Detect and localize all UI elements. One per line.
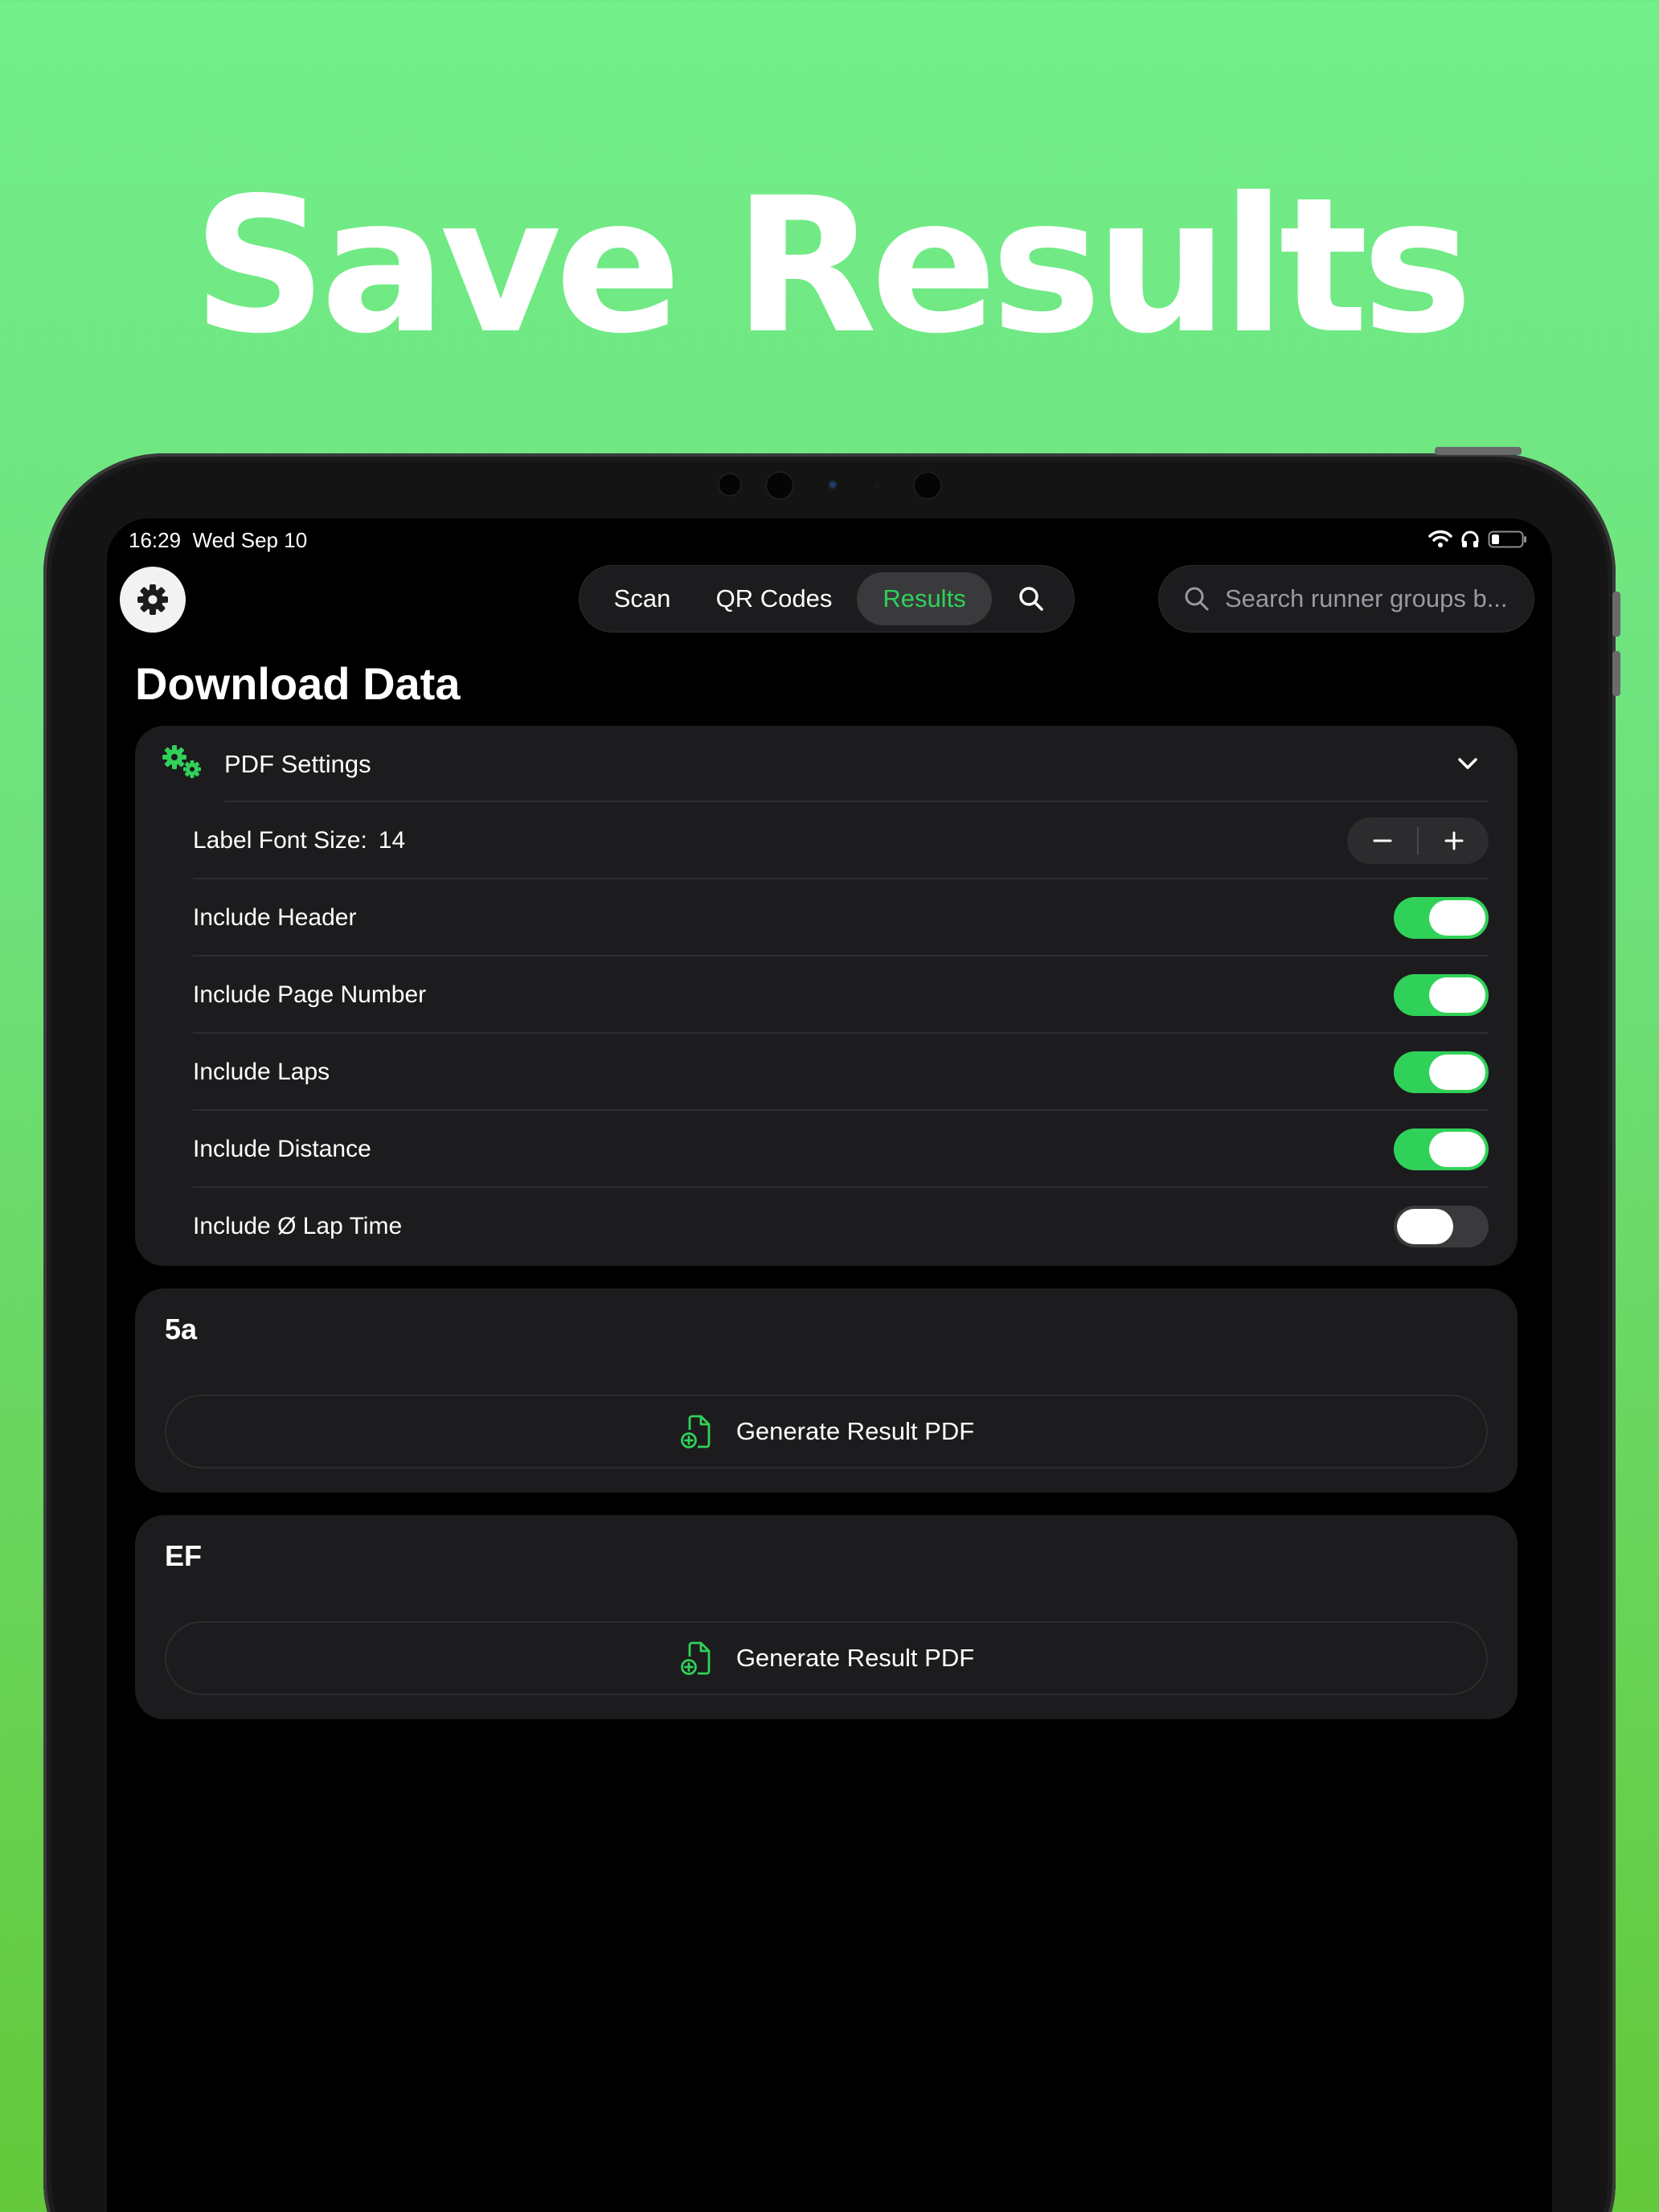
font-size-value: 14 [378, 827, 406, 854]
plus-icon [1444, 831, 1463, 850]
search-icon [1019, 587, 1043, 611]
status-date: Wed Sep 10 [192, 528, 308, 552]
group-title: 5a [165, 1313, 198, 1346]
camera-lens [765, 471, 794, 500]
battery-icon [1488, 530, 1526, 548]
toggle-knob [1429, 1132, 1485, 1167]
gear-icon [137, 584, 168, 615]
generate-pdf-button[interactable]: Generate Result PDF [165, 1621, 1488, 1695]
toggle-knob [1429, 977, 1485, 1013]
option-label: Include Header [193, 904, 357, 931]
decrement-button[interactable] [1347, 817, 1417, 864]
status-time: 16:29 [129, 528, 182, 552]
app-screen: 16:29 Wed Sep 10 Scan QR Codes Results S… [107, 518, 1552, 2212]
sensor-dot [875, 483, 879, 488]
include-distance-toggle[interactable] [1394, 1129, 1489, 1170]
settings-button[interactable] [120, 567, 186, 633]
document-add-icon [680, 1641, 711, 1675]
option-row-laps: Include Laps [193, 1034, 1489, 1111]
include-page-number-toggle[interactable] [1394, 974, 1489, 1016]
wifi-icon [1428, 530, 1452, 547]
volume-button [1612, 651, 1620, 696]
headphones-icon [1461, 530, 1479, 547]
tab-bar: Scan QR Codes Results [579, 565, 1075, 633]
top-button [1435, 447, 1522, 455]
generate-pdf-label: Generate Result PDF [735, 1417, 975, 1445]
sensor-dot [913, 471, 942, 500]
option-row-distance: Include Distance [193, 1111, 1489, 1188]
group-card: 5a Generate Result PDF [135, 1288, 1518, 1493]
font-size-row: Label Font Size: 14 [193, 802, 1489, 879]
option-row-header: Include Header [193, 879, 1489, 956]
increment-button[interactable] [1419, 817, 1489, 864]
group-card: EF Generate Result PDF [135, 1515, 1518, 1719]
status-time-date: 16:29 Wed Sep 10 [129, 528, 307, 553]
page-title: Download Data [135, 658, 461, 709]
group-title: EF [165, 1539, 203, 1572]
toggle-knob [1429, 1055, 1485, 1090]
font-size-stepper [1347, 817, 1489, 864]
gears-icon [162, 745, 201, 778]
pdf-settings-title: PDF Settings [224, 750, 371, 778]
include-avg-lap-time-toggle[interactable] [1394, 1206, 1489, 1247]
option-label: Include Distance [193, 1136, 371, 1162]
tab-qr-codes[interactable]: QR Codes [697, 566, 851, 632]
include-laps-toggle[interactable] [1394, 1051, 1489, 1093]
search-placeholder: Search runner groups b... [1225, 584, 1508, 612]
option-label: Include Page Number [193, 981, 427, 1008]
document-add-icon [680, 1415, 711, 1448]
search-icon [1185, 587, 1209, 611]
minus-icon [1373, 839, 1391, 842]
tab-results[interactable]: Results [857, 566, 992, 632]
search-field[interactable]: Search runner groups b... [1158, 565, 1534, 633]
headline: Save Results [192, 158, 1473, 375]
status-icons [1428, 530, 1528, 549]
option-label: Include Ø Lap Time [193, 1213, 403, 1239]
search-tab-button[interactable] [1002, 566, 1061, 632]
option-row-avg-lap-time: Include Ø Lap Time [193, 1188, 1489, 1265]
sensor-dot [718, 473, 742, 497]
pdf-settings-header[interactable]: PDF Settings [135, 726, 1518, 801]
include-header-toggle[interactable] [1394, 897, 1489, 939]
tab-scan[interactable]: Scan [596, 566, 689, 632]
toggle-knob [1429, 900, 1485, 936]
pdf-settings-card: PDF Settings Label Font Size: 14 Include… [135, 726, 1518, 1266]
camera-indicator [828, 480, 838, 490]
toggle-knob [1397, 1209, 1453, 1244]
option-row-page-number: Include Page Number [193, 956, 1489, 1034]
generate-pdf-label: Generate Result PDF [735, 1644, 975, 1672]
chevron-down-icon [1458, 758, 1477, 769]
option-label: Include Laps [193, 1059, 330, 1085]
generate-pdf-button[interactable]: Generate Result PDF [165, 1395, 1488, 1469]
font-size-label: Label Font Size: [193, 827, 367, 854]
volume-button [1612, 592, 1620, 637]
